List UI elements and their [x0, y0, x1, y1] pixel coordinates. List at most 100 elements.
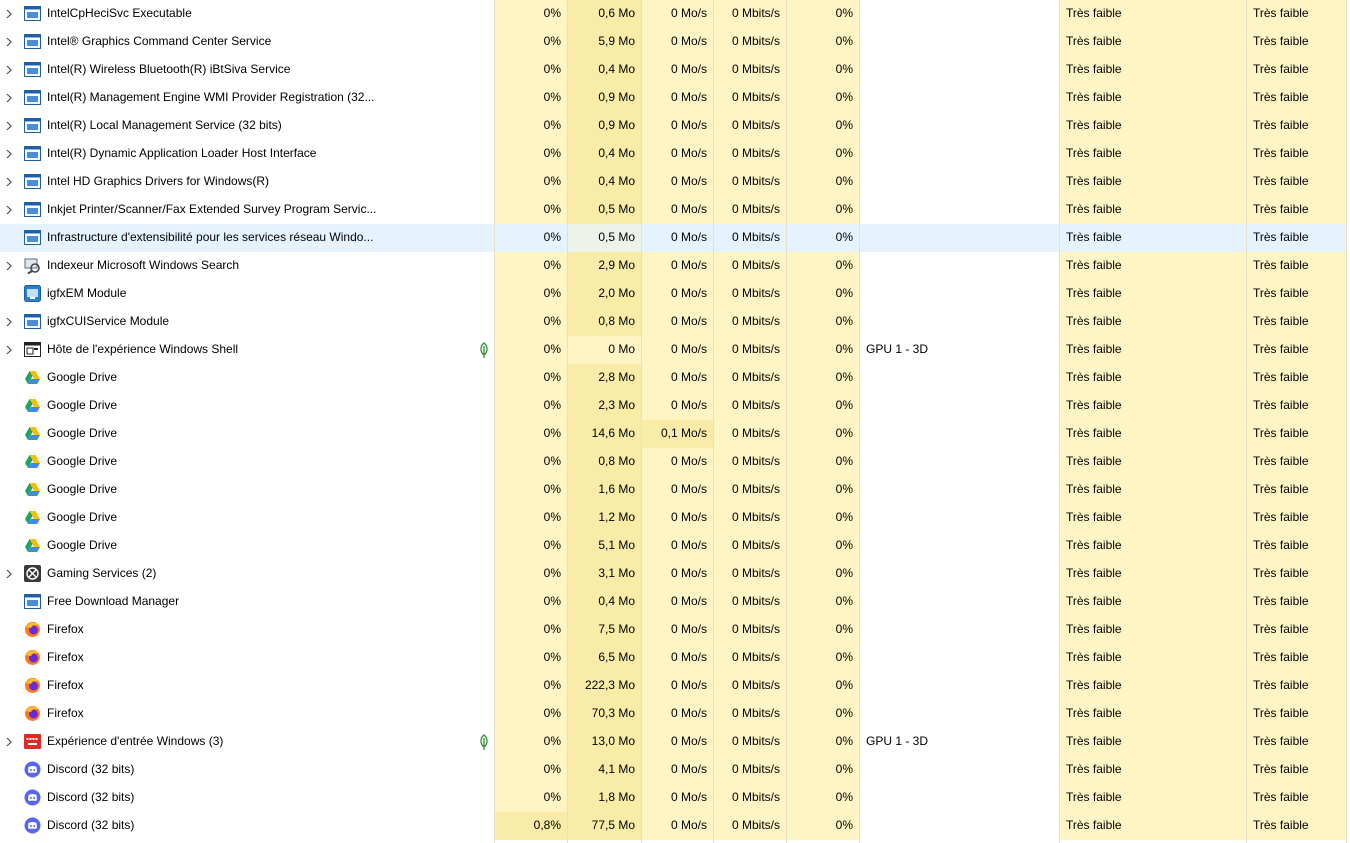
process-row[interactable]: Intel(R) Local Management Service (32 bi…	[0, 112, 1350, 140]
process-row[interactable]: Firefox 0% 222,3 Mo 0 Mo/s 0 Mbits/s 0% Très f…	[0, 672, 1350, 700]
process-name: Firefox	[47, 622, 84, 636]
cpu-value: 0%	[494, 420, 567, 448]
expand-chevron-icon[interactable]	[5, 140, 15, 168]
process-name: Google Drive	[47, 454, 118, 468]
process-name: Intel(R) Wireless Bluetooth(R) iBtSiva S…	[47, 62, 291, 76]
disk-value: 0 Mo/s	[641, 168, 713, 196]
expand-chevron-icon[interactable]	[5, 308, 15, 336]
google-drive-icon	[24, 369, 41, 386]
disk-value: 0 Mo/s	[641, 308, 713, 336]
gpu-value: 0%	[786, 392, 859, 420]
power-usage-value: Très faible	[1059, 0, 1246, 28]
power-usage-value: Très faible	[1059, 448, 1246, 476]
process-row[interactable]: Firefox 0% 70,3 Mo 0 Mo/s 0 Mbits/s 0% Très fa…	[0, 700, 1350, 728]
process-row[interactable]: IntelCpHeciSvc Executable 0% 0,6 Mo 0 Mo/s 0…	[0, 0, 1350, 28]
cpu-value: 0,8%	[494, 812, 567, 840]
gpu-value: 0%	[786, 336, 859, 364]
discord-icon	[24, 789, 41, 806]
expand-chevron-icon[interactable]	[5, 0, 15, 28]
process-row[interactable]: Firefox 0% 6,5 Mo 0 Mo/s 0 Mbits/s 0% Très fai…	[0, 644, 1350, 672]
gpu-value: 0%	[786, 532, 859, 560]
process-row[interactable]: Google Drive 0% 0,8 Mo 0 Mo/s 0 Mbits/s 0% Trè…	[0, 448, 1350, 476]
cpu-value: 0%	[494, 700, 567, 728]
service-window-icon	[24, 5, 41, 22]
cpu-value: 0%	[494, 728, 567, 756]
process-row[interactable]: Intel(R) Management Engine WMI Provider …	[0, 84, 1350, 112]
gpu-engine-value	[859, 756, 1059, 784]
process-row[interactable]: igfxCUIService Module 0% 0,8 Mo 0 Mo/s 0 Mbi…	[0, 308, 1350, 336]
process-row[interactable]: Free Download Manager 0% 0,4 Mo 0 Mo/s 0 Mbi…	[0, 588, 1350, 616]
process-row[interactable]: Google Drive 0% 2,8 Mo 0 Mo/s 0 Mbits/s 0% Trè…	[0, 364, 1350, 392]
power-usage-value: Très faible	[1059, 196, 1246, 224]
gpu-value: 0%	[786, 0, 859, 28]
expand-chevron-icon[interactable]	[5, 168, 15, 196]
memory-value: 0,9 Mo	[567, 84, 641, 112]
gpu-engine-value	[859, 672, 1059, 700]
process-row[interactable]: Infrastructure d'extensibilité pour les …	[0, 224, 1350, 252]
expand-chevron-icon[interactable]	[5, 112, 15, 140]
process-row[interactable]: Google Drive 0% 1,6 Mo 0 Mo/s 0 Mbits/s 0% Trè…	[0, 476, 1350, 504]
process-row[interactable]: Google Drive 0% 14,6 Mo 0,1 Mo/s 0 Mbits/s 0%…	[0, 420, 1350, 448]
expand-chevron-icon[interactable]	[5, 28, 15, 56]
power-trend-value: Très faible	[1246, 616, 1346, 644]
process-row[interactable]: Indexeur Microsoft Windows Search 0% 2,9 M…	[0, 252, 1350, 280]
expand-chevron-icon[interactable]	[5, 336, 15, 364]
network-value: 0 Mbits/s	[713, 56, 786, 84]
network-value: 0 Mbits/s	[713, 448, 786, 476]
network-value: 0 Mbits/s	[713, 616, 786, 644]
cpu-value: 0%	[494, 280, 567, 308]
power-usage-value: Très faible	[1059, 84, 1246, 112]
process-row[interactable]: Google Drive 0% 2,3 Mo 0 Mo/s 0 Mbits/s 0% Trè…	[0, 392, 1350, 420]
expand-chevron-icon[interactable]	[5, 56, 15, 84]
process-row[interactable]: Intel HD Graphics Drivers for Windows(R)…	[0, 168, 1350, 196]
firefox-icon	[24, 621, 41, 638]
process-row[interactable]: Gaming Services (2) 0% 3,1 Mo 0 Mo/s 0 Mbits…	[0, 560, 1350, 588]
google-drive-icon	[24, 509, 41, 526]
process-row[interactable]: Google Drive 0% 5,1 Mo 0 Mo/s 0 Mbits/s 0% Trè…	[0, 532, 1350, 560]
cpu-value: 0%	[494, 308, 567, 336]
google-drive-icon	[24, 537, 41, 554]
gpu-engine-value	[859, 532, 1059, 560]
process-row[interactable]: Intel(R) Dynamic Application Loader Host…	[0, 140, 1350, 168]
gpu-value: 0%	[786, 252, 859, 280]
process-name: Indexeur Microsoft Windows Search	[47, 258, 240, 272]
process-row[interactable]: Google Drive 0% 1,2 Mo 0 Mo/s 0 Mbits/s 0% Trè…	[0, 504, 1350, 532]
expand-chevron-icon[interactable]	[5, 252, 15, 280]
expand-chevron-icon[interactable]	[5, 196, 15, 224]
google-drive-icon	[24, 481, 41, 498]
process-name: Gaming Services (2)	[47, 566, 157, 580]
process-name: Intel(R) Management Engine WMI Provider …	[47, 90, 375, 104]
efficiency-leaf-icon	[478, 734, 490, 750]
process-row[interactable]: Intel® Graphics Command Center Service 0%…	[0, 28, 1350, 56]
process-row[interactable]: Firefox 0% 7,5 Mo 0 Mo/s 0 Mbits/s 0% Très fai…	[0, 616, 1350, 644]
power-trend-value: Très faible	[1246, 420, 1346, 448]
cpu-value: 0%	[494, 392, 567, 420]
memory-value: 0 Mo	[567, 336, 641, 364]
process-row[interactable]: Expérience d'entrée Windows (3) 0% 13,0 Mo…	[0, 728, 1350, 756]
expand-chevron-icon[interactable]	[5, 560, 15, 588]
gpu-value: 0%	[786, 84, 859, 112]
memory-value: 0,5 Mo	[567, 224, 641, 252]
process-row[interactable]: Discord (32 bits) 0,8% 77,5 Mo 0 Mo/s 0 Mbit…	[0, 812, 1350, 840]
power-usage-value: Très faible	[1059, 392, 1246, 420]
memory-value: 2,9 Mo	[567, 252, 641, 280]
gpu-value: 0%	[786, 364, 859, 392]
process-row[interactable]: Intel(R) Wireless Bluetooth(R) iBtSiva S…	[0, 56, 1350, 84]
process-row[interactable]: igfxEM Module 0% 2,0 Mo 0 Mo/s 0 Mbits/s 0% Tr…	[0, 280, 1350, 308]
disk-value: 0 Mo/s	[641, 560, 713, 588]
gpu-value: 0%	[786, 112, 859, 140]
expand-chevron-icon[interactable]	[5, 84, 15, 112]
power-trend-value: Très faible	[1246, 784, 1346, 812]
disk-value: 0 Mo/s	[641, 56, 713, 84]
process-row[interactable]: Inkjet Printer/Scanner/Fax Extended Surv…	[0, 196, 1350, 224]
disk-value: 0 Mo/s	[641, 224, 713, 252]
firefox-icon	[24, 705, 41, 722]
process-row[interactable]: Discord (32 bits) 0% 4,1 Mo 0 Mo/s 0 Mbits/s…	[0, 756, 1350, 784]
power-trend-value: Très faible	[1246, 252, 1346, 280]
expand-chevron-icon[interactable]	[5, 728, 15, 756]
gpu-value: 0%	[786, 308, 859, 336]
gpu-value: 0%	[786, 672, 859, 700]
memory-value: 0,4 Mo	[567, 140, 641, 168]
process-row[interactable]: Discord (32 bits) 0% 1,8 Mo 0 Mo/s 0 Mbits/s…	[0, 784, 1350, 812]
process-row[interactable]: Hôte de l'expérience Windows Shell 0% 0 Mo…	[0, 336, 1350, 364]
